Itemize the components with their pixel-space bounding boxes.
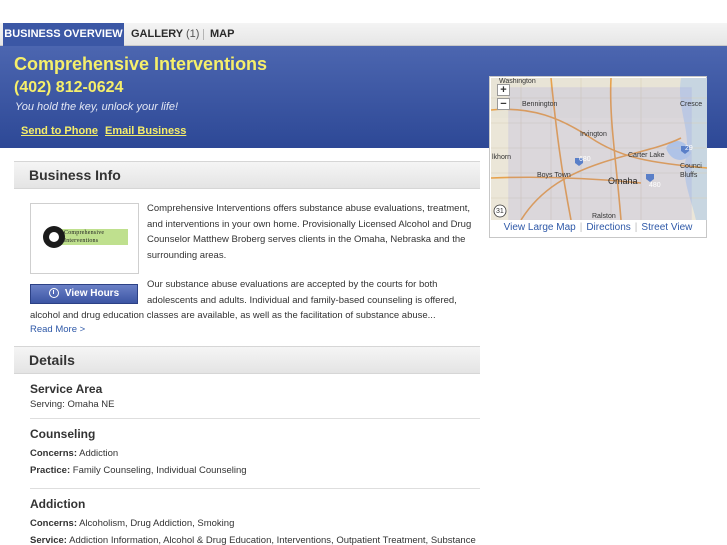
addiction-title: Addiction bbox=[30, 497, 86, 511]
map-label: 31 bbox=[496, 208, 504, 215]
tab-divider bbox=[203, 29, 204, 40]
description-line: adolescents and adults. Individual and f… bbox=[147, 294, 457, 306]
business-description: Comprehensive Interventions offers subst… bbox=[147, 201, 477, 263]
map-links: View Large Map | Directions | Street View bbox=[490, 222, 706, 233]
email-business-link[interactable]: Email Business bbox=[105, 125, 186, 137]
description-line: and interventions in your own home. Prov… bbox=[147, 218, 472, 230]
description-line: Counselor Matthew Broberg serves clients… bbox=[147, 234, 466, 245]
logo-ring-icon bbox=[43, 226, 65, 248]
map-label: Bennington bbox=[522, 101, 558, 108]
service-area-text: Serving: Omaha NE bbox=[30, 399, 115, 410]
logo-text: Comprehensive Interventions bbox=[64, 229, 104, 245]
description-line: alcohol and drug education classes are a… bbox=[30, 310, 436, 321]
map-label: Counci Bluffs bbox=[680, 163, 702, 179]
business-phone: (402) 812-0624 bbox=[14, 79, 124, 96]
field-label: Service: bbox=[30, 535, 67, 545]
view-large-map-link[interactable]: View Large Map bbox=[504, 222, 576, 233]
map-label: Carter Lake bbox=[628, 152, 665, 159]
logo-text-line: Interventions bbox=[64, 238, 99, 244]
link-divider: | bbox=[579, 222, 583, 233]
tab-business-overview[interactable]: BUSINESS OVERVIEW bbox=[3, 23, 124, 46]
field-value: Addiction bbox=[79, 448, 119, 459]
divider bbox=[30, 488, 480, 489]
zoom-out-button[interactable]: − bbox=[497, 98, 510, 110]
field-value: Family Counseling, Individual Counseling bbox=[72, 465, 247, 476]
map-image[interactable]: + − Washington Bennington Cresce Irvingt… bbox=[491, 78, 707, 220]
field-value: Alcoholism, Drug Addiction, Smoking bbox=[79, 518, 235, 529]
field-label: Concerns: bbox=[30, 448, 77, 459]
description-line: surrounding areas. bbox=[147, 249, 227, 261]
tab-gallery-count: (1) bbox=[186, 28, 200, 40]
map-label: 680 bbox=[579, 156, 591, 163]
service-area-title: Service Area bbox=[30, 382, 103, 396]
description-line: Our substance abuse evaluations are acce… bbox=[147, 279, 438, 290]
business-logo: Comprehensive Interventions bbox=[30, 203, 139, 274]
section-title: Details bbox=[29, 352, 75, 368]
map-label: Omaha bbox=[608, 176, 638, 186]
map-label: 29 bbox=[685, 145, 693, 152]
view-hours-button[interactable]: View Hours bbox=[30, 284, 138, 304]
map-label: Washington bbox=[499, 78, 536, 85]
map-label: Ralston bbox=[592, 213, 616, 220]
business-name: Comprehensive Interventions bbox=[14, 54, 268, 74]
divider bbox=[30, 418, 480, 419]
send-to-phone-link[interactable]: Send to Phone bbox=[21, 125, 98, 137]
addiction-concerns: Concerns: Alcoholism, Drug Addiction, Sm… bbox=[30, 518, 234, 529]
business-info-heading: Business Info bbox=[14, 161, 480, 189]
field-value: Addiction Information, Alcohol & Drug Ed… bbox=[69, 535, 476, 545]
counseling-concerns: Concerns: Addiction bbox=[30, 448, 118, 459]
field-label: Concerns: bbox=[30, 518, 77, 529]
details-heading: Details bbox=[14, 346, 480, 374]
tab-gallery-label: GALLERY bbox=[131, 28, 183, 40]
link-divider: | bbox=[634, 222, 638, 233]
map-label: Boys Town bbox=[537, 172, 571, 179]
business-description-2: Our substance abuse evaluations are acce… bbox=[147, 277, 477, 308]
tab-map[interactable]: MAP bbox=[210, 23, 234, 46]
street-view-link[interactable]: Street View bbox=[641, 222, 692, 233]
map-label: lkhorn bbox=[492, 154, 512, 161]
view-hours-label: View Hours bbox=[64, 288, 120, 299]
zoom-in-button[interactable]: + bbox=[497, 84, 510, 96]
map-label: 480 bbox=[649, 182, 661, 189]
counseling-title: Counseling bbox=[30, 427, 96, 441]
field-label: Practice: bbox=[30, 465, 71, 476]
clock-icon bbox=[48, 288, 59, 298]
read-more-link[interactable]: Read More > bbox=[30, 324, 85, 335]
description-line: Comprehensive Interventions offers subst… bbox=[147, 203, 471, 214]
directions-link[interactable]: Directions bbox=[586, 222, 630, 233]
business-tagline: You hold the key, unlock your life! bbox=[15, 101, 179, 113]
addiction-service: Service: Addiction Information, Alcohol … bbox=[30, 535, 476, 545]
map-label: Cresce bbox=[680, 101, 703, 108]
logo-text-line: Comprehensive bbox=[64, 230, 105, 236]
tab-bar: BUSINESS OVERVIEW GALLERY (1) MAP bbox=[0, 23, 727, 46]
section-title: Business Info bbox=[29, 167, 121, 183]
map-label: Irvington bbox=[580, 131, 607, 138]
counseling-practice: Practice: Family Counseling, Individual … bbox=[30, 465, 247, 476]
logo-graphic: Comprehensive Interventions bbox=[42, 224, 128, 250]
map-widget: + − Washington Bennington Cresce Irvingt… bbox=[489, 76, 707, 238]
tab-gallery[interactable]: GALLERY (1) bbox=[131, 23, 199, 46]
